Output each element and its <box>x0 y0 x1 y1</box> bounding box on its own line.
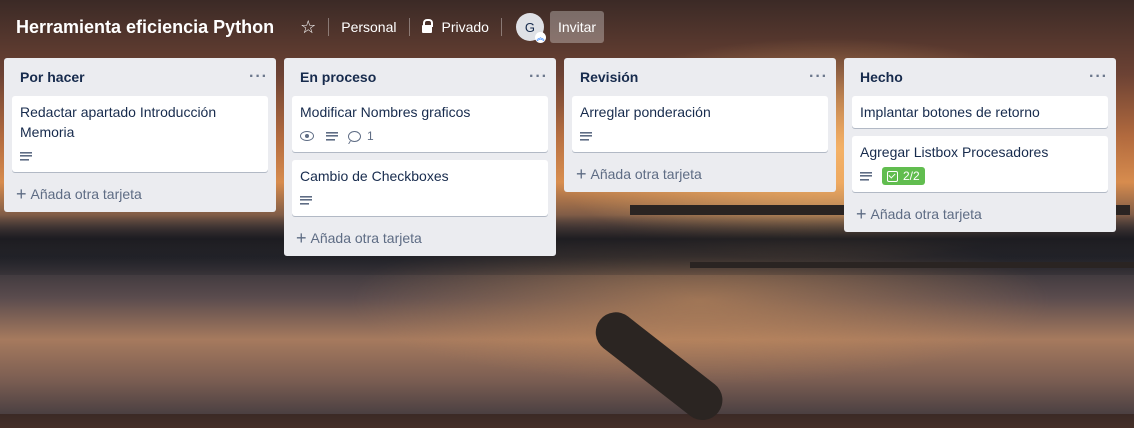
checklist-count: 2/2 <box>903 169 920 183</box>
plus-icon: + <box>296 228 307 248</box>
list-menu-icon[interactable]: ··· <box>529 68 548 86</box>
header-divider <box>500 18 502 36</box>
plus-icon: + <box>16 184 27 204</box>
card[interactable]: Cambio de Checkboxes <box>292 160 548 216</box>
card[interactable]: Redactar apartado Introducción Memoria <box>12 96 268 172</box>
eye-icon <box>300 131 314 141</box>
add-card-label: Añada otra tarjeta <box>870 206 982 222</box>
list-por-hacer: Por hacer ··· Redactar apartado Introduc… <box>4 58 276 212</box>
avatar-initial: G <box>524 19 536 35</box>
plus-icon: + <box>856 204 867 224</box>
list-header: Por hacer ··· <box>4 58 276 96</box>
list-header: Hecho ··· <box>844 58 1116 96</box>
background-log <box>587 304 731 428</box>
invite-button[interactable]: Invitar <box>549 11 605 43</box>
lock-icon <box>421 19 433 33</box>
header-divider <box>408 18 410 36</box>
card[interactable]: Arreglar ponderación <box>572 96 828 152</box>
member-avatar[interactable]: G ︽ <box>515 13 546 43</box>
card-badges: 2/2 <box>860 166 1100 186</box>
description-icon <box>860 171 872 181</box>
list-header: En proceso ··· <box>284 58 556 96</box>
visibility-label: Privado <box>441 19 489 35</box>
checklist-badge: 2/2 <box>882 167 925 185</box>
comment-icon <box>348 130 361 142</box>
list-hecho: Hecho ··· Implantar botones de retorno A… <box>844 58 1116 232</box>
visibility-button[interactable]: Privado <box>414 11 497 43</box>
star-icon: ☆ <box>300 17 317 37</box>
star-button[interactable]: ☆ <box>292 11 324 43</box>
add-card-button[interactable]: + Añada otra tarjeta <box>564 160 836 188</box>
card[interactable]: Agregar Listbox Procesadores 2/2 <box>852 136 1108 192</box>
card-title: Cambio de Checkboxes <box>300 168 449 184</box>
card-title: Agregar Listbox Procesadores <box>860 144 1049 160</box>
list-title[interactable]: En proceso <box>300 69 376 85</box>
plus-icon: + <box>576 164 587 184</box>
checkbox-icon <box>887 170 898 182</box>
card-badges <box>300 190 540 210</box>
list-header: Revisión ··· <box>564 58 836 96</box>
board-title[interactable]: Herramienta eficiencia Python <box>16 17 274 38</box>
add-card-label: Añada otra tarjeta <box>590 166 702 182</box>
list-en-proceso: En proceso ··· Modificar Nombres grafico… <box>284 58 556 256</box>
background-pier-reflection <box>690 262 1134 268</box>
board-header: Herramienta eficiencia Python ☆ Personal… <box>0 0 1134 54</box>
card-badges <box>20 146 260 166</box>
list-menu-icon[interactable]: ··· <box>1089 68 1108 86</box>
description-icon <box>326 131 338 141</box>
list-menu-icon[interactable]: ··· <box>249 68 268 86</box>
header-divider <box>328 18 330 36</box>
card-badges: 1 <box>300 126 540 146</box>
card-title: Implantar botones de retorno <box>860 104 1040 120</box>
add-card-label: Añada otra tarjeta <box>310 230 422 246</box>
card[interactable]: Implantar botones de retorno <box>852 96 1108 128</box>
list-revision: Revisión ··· Arreglar ponderación + Añad… <box>564 58 836 192</box>
card-title: Modificar Nombres graficos <box>300 104 471 120</box>
admin-chevron-icon: ︽ <box>534 32 546 43</box>
description-icon <box>20 151 32 161</box>
list-menu-icon[interactable]: ··· <box>809 68 828 86</box>
add-card-button[interactable]: + Añada otra tarjeta <box>4 180 276 208</box>
list-title[interactable]: Hecho <box>860 69 903 85</box>
add-card-button[interactable]: + Añada otra tarjeta <box>284 224 556 252</box>
add-card-button[interactable]: + Añada otra tarjeta <box>844 200 1116 228</box>
team-button[interactable]: Personal <box>333 11 404 43</box>
list-title[interactable]: Por hacer <box>20 69 85 85</box>
comment-count: 1 <box>367 129 374 143</box>
card-title: Redactar apartado Introducción Memoria <box>20 104 217 140</box>
card-title: Arreglar ponderación <box>580 104 711 120</box>
card-badges <box>580 126 820 146</box>
card[interactable]: Modificar Nombres graficos 1 <box>292 96 548 152</box>
list-title[interactable]: Revisión <box>580 69 638 85</box>
add-card-label: Añada otra tarjeta <box>30 186 142 202</box>
description-icon <box>300 195 312 205</box>
description-icon <box>580 131 592 141</box>
